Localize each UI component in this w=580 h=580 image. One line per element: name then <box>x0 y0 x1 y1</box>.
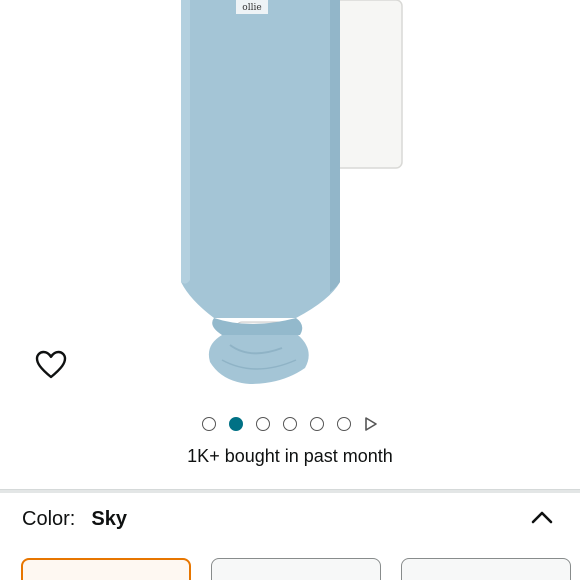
play-triangle-icon[interactable] <box>364 417 378 431</box>
color-swatch-selected[interactable] <box>21 558 191 580</box>
carousel-dot[interactable] <box>310 417 324 431</box>
selected-color-value: Sky <box>91 508 127 530</box>
color-swatch[interactable] <box>211 558 381 580</box>
bought-in-past-month: 1K+ bought in past month <box>187 446 393 466</box>
carousel-dot[interactable] <box>283 417 297 431</box>
carousel-dot[interactable] <box>202 417 216 431</box>
section-divider <box>0 489 580 493</box>
carousel-dot-active[interactable] <box>229 417 243 431</box>
chevron-up-icon <box>531 511 553 524</box>
collapse-variation-button[interactable] <box>526 502 558 532</box>
heart-icon <box>35 350 67 379</box>
wishlist-button[interactable] <box>30 344 72 386</box>
product-image-area[interactable]: ollie <box>0 0 580 400</box>
carousel-dot[interactable] <box>337 417 351 431</box>
svg-text:ollie: ollie <box>242 3 261 13</box>
product-image[interactable]: ollie <box>170 0 410 400</box>
color-swatch[interactable] <box>401 558 571 580</box>
carousel-dot[interactable] <box>256 417 270 431</box>
image-carousel-dots <box>0 414 580 434</box>
color-variation-header: Color: Sky <box>22 508 127 531</box>
color-label: Color: <box>22 508 76 530</box>
